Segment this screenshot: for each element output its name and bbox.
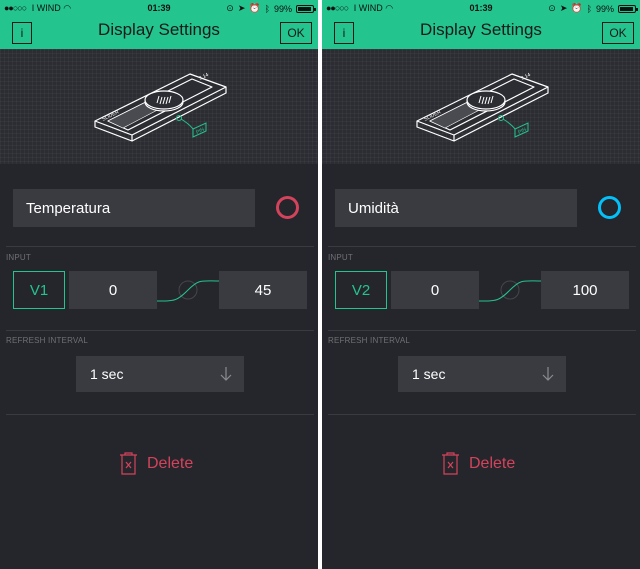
- divider: [6, 330, 314, 331]
- battery-percent: 99%: [273, 3, 292, 14]
- slider-widget-illustration: SLIDER 3.14 PIN: [94, 72, 227, 142]
- right-phone-screen: ●●○○○ I WIND ◠ 01:39 ⊙ ➤ ⏰ ᛒ 99% i Displ…: [322, 0, 640, 569]
- widget-name-input[interactable]: Umidità: [335, 189, 577, 227]
- slider-widget-illustration: SLIDER 3.14 PIN: [416, 72, 549, 142]
- battery-icon: [296, 4, 316, 13]
- arrow-down-icon: [220, 367, 232, 381]
- delete-button[interactable]: Delete: [119, 452, 193, 475]
- divider: [6, 246, 314, 247]
- pin-text: PIN: [195, 126, 205, 135]
- divider: [328, 414, 636, 415]
- refresh-section-label: REFRESH INTERVAL: [6, 336, 89, 345]
- bluetooth-icon: ᛒ: [264, 3, 270, 14]
- alarm-icon: ⏰: [249, 3, 261, 13]
- location-icon: ➤: [237, 3, 246, 13]
- alarm-icon: ⏰: [571, 3, 583, 13]
- refresh-interval-select[interactable]: 1 sec: [76, 356, 244, 392]
- battery-icon: [618, 4, 638, 13]
- arrow-down-icon: [542, 367, 554, 381]
- left-phone-screen: ●●○○○ I WIND ◠ 01:39 ⊙ ➤ ⏰ ᛒ 99% i Displ…: [0, 0, 318, 569]
- input-section-label: INPUT: [6, 253, 31, 262]
- battery-percent: 99%: [595, 3, 614, 14]
- widget-illustration: SLIDER 3.14 PIN: [0, 49, 318, 164]
- max-value-input[interactable]: 45: [219, 271, 307, 309]
- refresh-interval-select[interactable]: 1 sec: [398, 356, 566, 392]
- pin-selector-button[interactable]: V1: [13, 271, 65, 309]
- divider: [6, 414, 314, 415]
- delete-label: Delete: [147, 454, 194, 472]
- lock-rotation-icon: ⊙: [226, 3, 234, 13]
- status-bar: ●●○○○ I WIND ◠ 01:39 ⊙ ➤ ⏰ ᛒ 99%: [322, 0, 640, 16]
- widget-name-input[interactable]: Temperatura: [13, 189, 255, 227]
- refresh-interval-value: 1 sec: [90, 366, 124, 382]
- status-right: ⊙ ➤ ⏰ ᛒ 99%: [548, 3, 638, 14]
- status-right: ⊙ ➤ ⏰ ᛒ 99%: [226, 3, 316, 14]
- app-header: ●●○○○ I WIND ◠ 01:39 ⊙ ➤ ⏰ ᛒ 99% i Displ…: [322, 0, 640, 49]
- color-picker-button[interactable]: [276, 196, 299, 219]
- color-picker-button[interactable]: [598, 196, 621, 219]
- refresh-section-label: REFRESH INTERVAL: [328, 336, 411, 345]
- screenshot-stage: ●●○○○ I WIND ◠ 01:39 ⊙ ➤ ⏰ ᛒ 99% i Displ…: [0, 0, 640, 569]
- bluetooth-icon: ᛒ: [586, 3, 592, 14]
- min-value-input[interactable]: 0: [391, 271, 479, 309]
- delete-button[interactable]: Delete: [441, 452, 515, 475]
- trash-icon: [120, 452, 137, 475]
- divider: [328, 246, 636, 247]
- lock-rotation-icon: ⊙: [548, 3, 556, 13]
- ok-button[interactable]: OK: [602, 22, 634, 44]
- min-value-input[interactable]: 0: [69, 271, 157, 309]
- mapping-curve-icon: [157, 280, 219, 302]
- status-bar: ●●○○○ I WIND ◠ 01:39 ⊙ ➤ ⏰ ᛒ 99%: [0, 0, 318, 16]
- delete-label: Delete: [469, 454, 516, 472]
- mapping-curve-icon: [479, 280, 541, 302]
- refresh-interval-value: 1 sec: [412, 366, 446, 382]
- widget-illustration: SLIDER 3.14 PIN: [322, 49, 640, 164]
- page-title: Display Settings: [98, 20, 220, 39]
- app-header: ●●○○○ I WIND ◠ 01:39 ⊙ ➤ ⏰ ᛒ 99% i Displ…: [0, 0, 318, 49]
- location-icon: ➤: [559, 3, 568, 13]
- ok-button[interactable]: OK: [280, 22, 312, 44]
- max-value-input[interactable]: 100: [541, 271, 629, 309]
- pin-text: PIN: [517, 126, 527, 135]
- page-title: Display Settings: [420, 20, 542, 39]
- pin-selector-button[interactable]: V2: [335, 271, 387, 309]
- divider: [328, 330, 636, 331]
- input-section-label: INPUT: [328, 253, 353, 262]
- trash-icon: [442, 452, 459, 475]
